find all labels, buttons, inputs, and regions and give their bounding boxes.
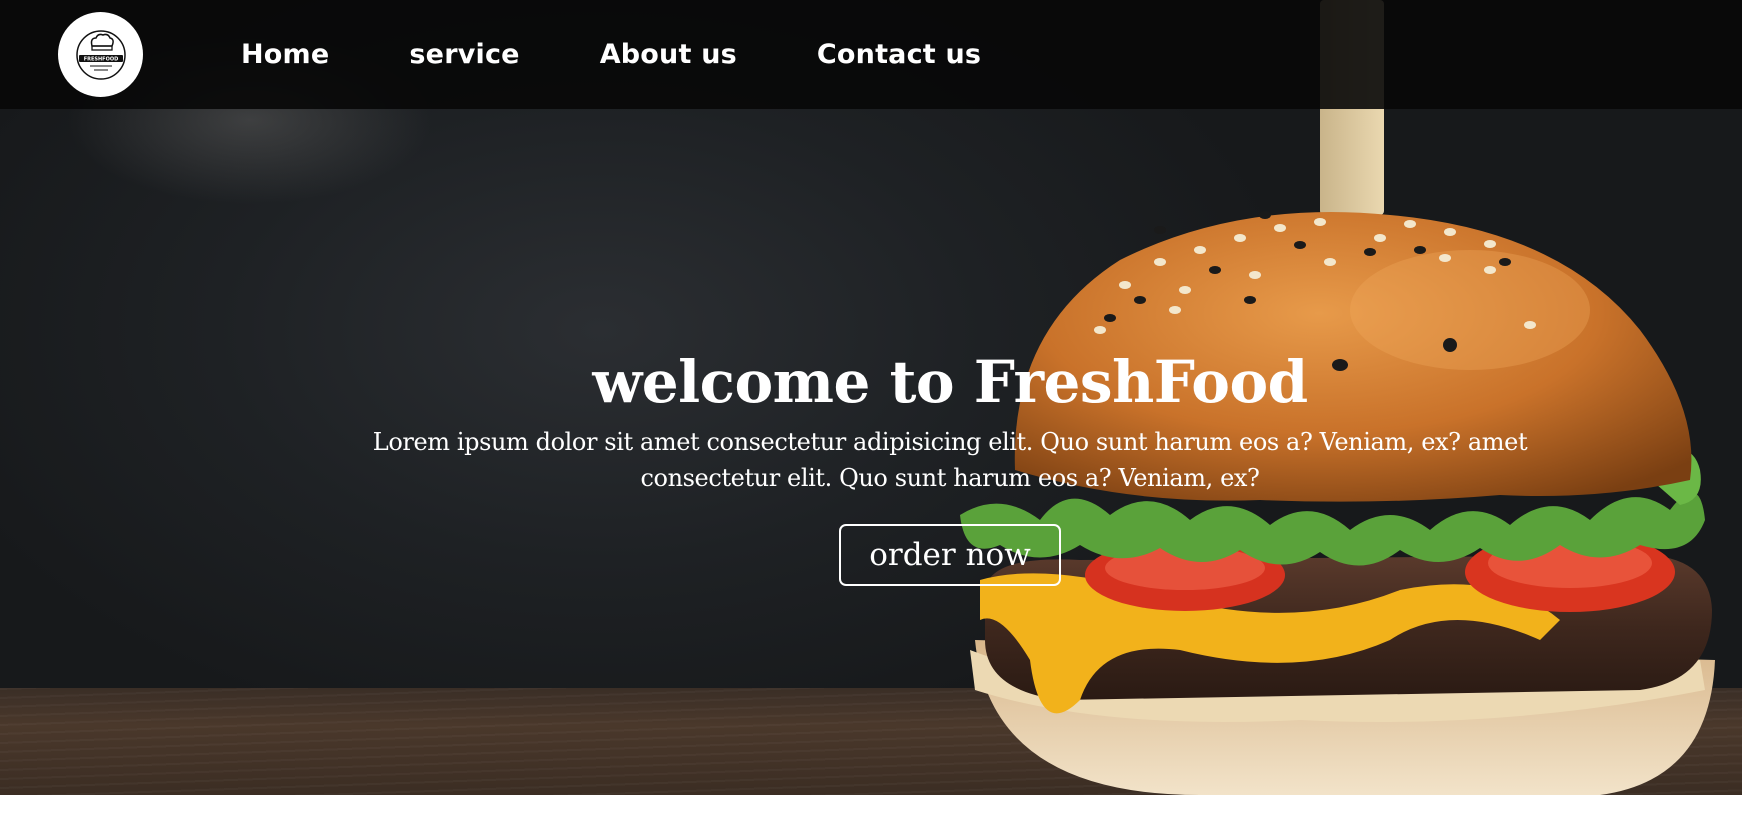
nav-links: Home service About us Contact us: [241, 0, 1061, 109]
hero-section: welcome to FreshFood Lorem ipsum dolor s…: [0, 0, 1742, 795]
hero-description: Lorem ipsum dolor sit amet consectetur a…: [372, 428, 1528, 492]
nav-link-about-us[interactable]: About us: [600, 39, 737, 70]
hero-content: welcome to FreshFood Lorem ipsum dolor s…: [300, 346, 1600, 586]
order-now-button[interactable]: order now: [839, 524, 1061, 586]
nav-link-contact-us[interactable]: Contact us: [817, 39, 981, 70]
nav-link-service[interactable]: service: [409, 39, 519, 70]
navbar: FRESHFOOD Home service About us Contact …: [0, 0, 1742, 109]
svg-text:FRESHFOOD: FRESHFOOD: [83, 56, 118, 62]
nav-link-home[interactable]: Home: [241, 39, 329, 70]
chef-hat-badge-icon: FRESHFOOD: [75, 29, 126, 80]
logo[interactable]: FRESHFOOD: [58, 12, 143, 97]
hero-title: welcome to FreshFood: [592, 348, 1308, 416]
